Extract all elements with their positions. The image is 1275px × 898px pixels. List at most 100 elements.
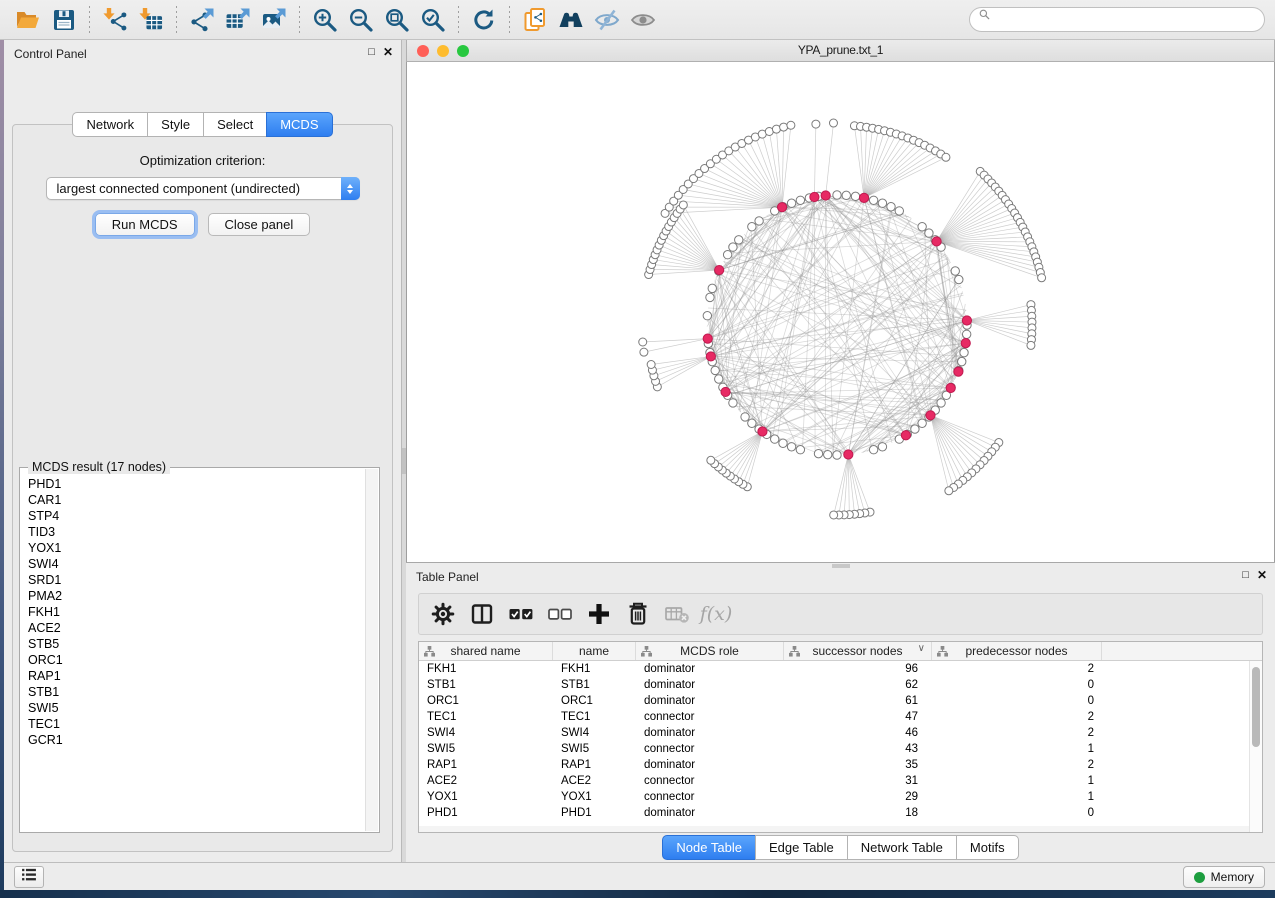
open-file-button[interactable]	[10, 3, 46, 37]
select-all-rows-button[interactable]	[505, 598, 537, 630]
graph-node[interactable]	[647, 361, 655, 369]
column-header-shared-name[interactable]: shared name	[419, 642, 553, 660]
graph-node[interactable]	[869, 446, 877, 454]
float-table-panel-icon[interactable]: □	[1242, 568, 1249, 582]
graph-node[interactable]	[708, 284, 716, 292]
zoom-fit-button[interactable]	[379, 3, 415, 37]
graph-node[interactable]	[755, 217, 763, 225]
table-row[interactable]: STB1STB1dominator620	[419, 677, 1262, 693]
graph-node[interactable]	[960, 348, 968, 356]
graph-node[interactable]	[833, 451, 841, 459]
graph-node[interactable]	[962, 330, 970, 338]
graph-dominator-node[interactable]	[758, 427, 767, 436]
graph-dominator-node[interactable]	[926, 411, 935, 420]
float-panel-icon[interactable]: □	[368, 45, 375, 59]
graph-dominator-node[interactable]	[901, 431, 910, 440]
column-header-MCDS-role[interactable]: MCDS role	[636, 642, 784, 660]
export-table-button[interactable]	[220, 3, 256, 37]
column-header-successor-nodes[interactable]: successor nodes∨	[784, 642, 932, 660]
show-columns-button[interactable]	[466, 598, 498, 630]
graph-dominator-node[interactable]	[859, 193, 868, 202]
table-row[interactable]: YOX1YOX1connector291	[419, 789, 1262, 805]
graph-node[interactable]	[955, 275, 963, 283]
graph-node[interactable]	[958, 357, 966, 365]
table-scrollbar[interactable]	[1249, 661, 1262, 832]
window-maximize-icon[interactable]	[457, 45, 469, 57]
graph-node[interactable]	[869, 196, 877, 204]
graph-node[interactable]	[942, 153, 950, 161]
column-header-predecessor-nodes[interactable]: predecessor nodes	[932, 642, 1102, 660]
graph-node[interactable]	[796, 446, 804, 454]
graph-node[interactable]	[679, 201, 687, 209]
mcds-result-item[interactable]: GCR1	[21, 732, 365, 748]
mcds-result-item[interactable]: FKH1	[21, 604, 365, 620]
graph-node[interactable]	[787, 199, 795, 207]
graph-node[interactable]	[748, 223, 756, 231]
close-panel-button[interactable]: Close panel	[208, 213, 311, 236]
graph-node[interactable]	[706, 293, 714, 301]
graph-dominator-node[interactable]	[810, 192, 819, 201]
search-box[interactable]	[969, 7, 1265, 32]
table-row[interactable]: RAP1RAP1dominator352	[419, 757, 1262, 773]
graph-dominator-node[interactable]	[721, 387, 730, 396]
tab-style[interactable]: Style	[147, 112, 203, 137]
graph-node[interactable]	[715, 375, 723, 383]
mcds-result-item[interactable]: SWI5	[21, 700, 365, 716]
graph-dominator-node[interactable]	[777, 203, 786, 212]
graph-node[interactable]	[787, 121, 795, 129]
graph-node[interactable]	[787, 443, 795, 451]
network-graph[interactable]	[407, 62, 1274, 560]
graph-node[interactable]	[1038, 274, 1046, 282]
memory-button[interactable]: Memory	[1183, 866, 1265, 888]
graph-node[interactable]	[887, 203, 895, 211]
table-row[interactable]: TEC1TEC1connector472	[419, 709, 1262, 725]
mcds-result-item[interactable]: PMA2	[21, 588, 365, 604]
graph-node[interactable]	[918, 419, 926, 427]
graph-dominator-node[interactable]	[954, 367, 963, 376]
graph-node[interactable]	[829, 119, 837, 127]
graph-node[interactable]	[711, 366, 719, 374]
mcds-result-item[interactable]: STP4	[21, 508, 365, 524]
graph-dominator-node[interactable]	[715, 265, 724, 274]
graph-node[interactable]	[925, 229, 933, 237]
table-row[interactable]: SWI4SWI4dominator462	[419, 725, 1262, 741]
graph-node[interactable]	[814, 449, 822, 457]
tab-node-table[interactable]: Node Table	[662, 835, 755, 860]
mcds-result-item[interactable]: TEC1	[21, 716, 365, 732]
mcds-result-item[interactable]: STB5	[21, 636, 365, 652]
table-row[interactable]: FKH1FKH1dominator962	[419, 661, 1262, 677]
graph-node[interactable]	[833, 191, 841, 199]
clone-network-button[interactable]	[517, 3, 553, 37]
graph-dominator-node[interactable]	[962, 316, 971, 325]
graph-node[interactable]	[723, 251, 731, 259]
column-header-name[interactable]: name	[553, 642, 636, 660]
mcds-result-item[interactable]: STB1	[21, 684, 365, 700]
window-close-icon[interactable]	[417, 45, 429, 57]
save-session-button[interactable]	[46, 3, 82, 37]
graph-node[interactable]	[945, 487, 953, 495]
tab-edge-table[interactable]: Edge Table	[755, 835, 847, 860]
graph-node[interactable]	[779, 439, 787, 447]
graph-node[interactable]	[878, 443, 886, 451]
criterion-select[interactable]: largest connected component (undirected)	[46, 177, 360, 200]
import-table-button[interactable]	[133, 3, 169, 37]
mcds-result-item[interactable]: SRD1	[21, 572, 365, 588]
graph-node[interactable]	[770, 435, 778, 443]
hide-selected-button[interactable]	[589, 3, 625, 37]
mcds-result-item[interactable]: PHD1	[21, 476, 365, 492]
close-panel-icon[interactable]: ✕	[383, 45, 393, 59]
graph-node[interactable]	[911, 425, 919, 433]
zoom-out-button[interactable]	[343, 3, 379, 37]
mcds-result-item[interactable]: ORC1	[21, 652, 365, 668]
close-table-panel-icon[interactable]: ✕	[1257, 568, 1267, 582]
graph-node[interactable]	[842, 191, 850, 199]
table-scrollbar-thumb[interactable]	[1252, 667, 1260, 747]
tab-network-table[interactable]: Network Table	[847, 835, 956, 860]
mcds-result-item[interactable]: YOX1	[21, 540, 365, 556]
tab-mcds[interactable]: MCDS	[266, 112, 332, 137]
import-network-button[interactable]	[97, 3, 133, 37]
graph-node[interactable]	[796, 196, 804, 204]
graph-node[interactable]	[951, 267, 959, 275]
graph-dominator-node[interactable]	[946, 383, 955, 392]
search-input[interactable]	[996, 13, 1256, 27]
